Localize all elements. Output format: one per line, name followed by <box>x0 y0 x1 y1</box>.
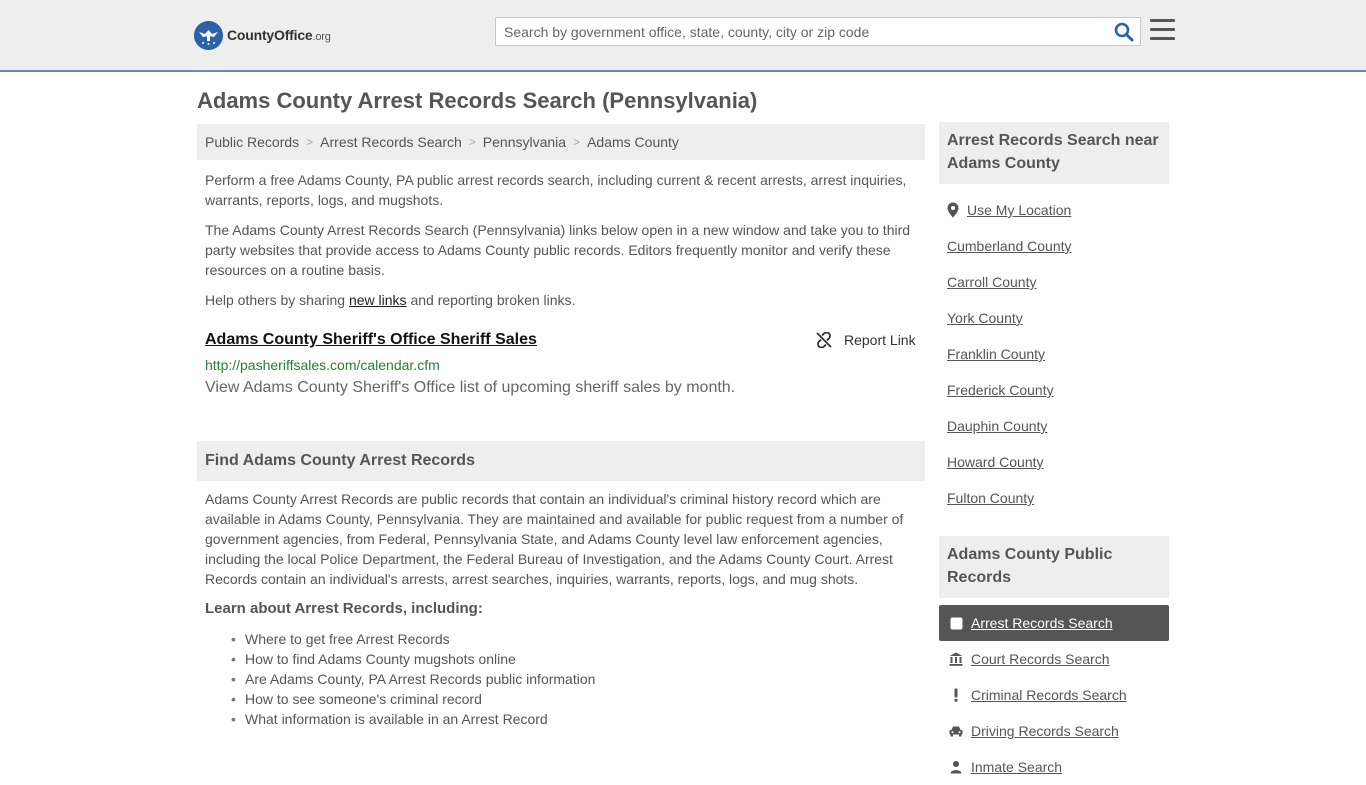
search-input[interactable] <box>496 18 1106 45</box>
nearby-heading: Arrest Records Search near Adams County <box>939 122 1169 184</box>
public-records-heading: Adams County Public Records <box>939 536 1169 598</box>
listing-title-link[interactable]: Adams County Sheriff's Office Sheriff Sa… <box>205 331 537 349</box>
breadcrumb-separator: > <box>573 135 581 149</box>
nearby-county-link[interactable]: Carroll County <box>947 274 1036 290</box>
breadcrumb-arrest-records-search[interactable]: Arrest Records Search <box>320 134 462 150</box>
breadcrumb-public-records[interactable]: Public Records <box>205 134 299 150</box>
breadcrumb-separator: > <box>468 135 476 149</box>
breadcrumb-separator: > <box>306 135 314 149</box>
report-link-label: Report Link <box>844 332 916 348</box>
intro-paragraph-1: Perform a free Adams County, PA public a… <box>205 172 907 208</box>
sidebar-item-court-records[interactable]: Court Records Search <box>939 641 1169 677</box>
sidebar-item-label: Criminal Records Search <box>971 687 1127 703</box>
nearby-county-link[interactable]: Dauphin County <box>947 418 1047 434</box>
sidebar-item-inmate-search[interactable]: Inmate Search <box>939 749 1169 785</box>
search-button[interactable] <box>1114 22 1134 42</box>
nearby-county-link[interactable]: Cumberland County <box>947 238 1072 254</box>
find-section-heading: Find Adams County Arrest Records <box>197 441 925 481</box>
logo-text: CountyOffice.org <box>227 27 331 43</box>
nearby-county-link[interactable]: Fulton County <box>947 490 1034 506</box>
sidebar-item-label: Driving Records Search <box>971 723 1119 739</box>
listing-description: View Adams County Sheriff's Office list … <box>205 379 736 396</box>
list-item: How to find Adams County mugshots online <box>231 649 595 669</box>
list-item: How to see someone's criminal record <box>231 689 595 709</box>
sidebar-item-criminal-records[interactable]: Criminal Records Search <box>939 677 1169 713</box>
page-title: Adams County Arrest Records Search (Penn… <box>197 88 758 113</box>
car-icon <box>949 724 963 738</box>
courthouse-icon <box>949 652 963 666</box>
list-item: What information is available in an Arre… <box>231 709 595 729</box>
sidebar-item-label: Inmate Search <box>971 759 1063 775</box>
list-item: Are Adams County, PA Arrest Records publ… <box>231 669 595 689</box>
search-box <box>495 17 1141 46</box>
new-links-link[interactable]: new links <box>349 292 407 308</box>
sidebar-item-label: Court Records Search <box>971 651 1110 667</box>
search-icon <box>1114 22 1134 42</box>
breadcrumb-pennsylvania[interactable]: Pennsylvania <box>483 134 566 150</box>
inmate-icon <box>949 760 963 774</box>
sidebar-item-label: Arrest Records Search <box>971 615 1113 631</box>
report-link-button[interactable]: Report Link <box>816 332 916 348</box>
location-pin-icon <box>947 202 959 218</box>
site-logo[interactable]: CountyOffice.org <box>194 20 331 50</box>
intro-paragraph-2: The Adams County Arrest Records Search (… <box>205 222 911 278</box>
sidebar-item-driving-records[interactable]: Driving Records Search <box>939 713 1169 749</box>
broken-link-icon <box>816 332 832 348</box>
nearby-county-link[interactable]: Howard County <box>947 454 1044 470</box>
site-header: CountyOffice.org <box>0 0 1366 72</box>
nearby-county-link[interactable]: York County <box>947 310 1023 326</box>
list-item: Where to get free Arrest Records <box>231 629 595 649</box>
sidebar-item-arrest-records[interactable]: Arrest Records Search <box>939 605 1169 641</box>
learn-list: Where to get free Arrest Records How to … <box>231 629 595 729</box>
find-section-body: Adams County Arrest Records are public r… <box>205 491 904 587</box>
learn-heading: Learn about Arrest Records, including: <box>205 600 483 617</box>
eagle-seal-icon <box>194 20 223 50</box>
square-icon <box>949 616 963 630</box>
use-location-row: Use My Location <box>947 202 1071 218</box>
hamburger-menu-icon[interactable] <box>1150 19 1175 41</box>
nearby-county-link[interactable]: Frederick County <box>947 382 1054 398</box>
breadcrumb-adams-county[interactable]: Adams County <box>587 134 679 150</box>
breadcrumb: Public Records > Arrest Records Search >… <box>197 124 925 160</box>
intro-paragraph-3: Help others by sharing new links and rep… <box>205 292 576 308</box>
listing-url[interactable]: http://pasheriffsales.com/calendar.cfm <box>205 357 440 373</box>
nearby-county-link[interactable]: Franklin County <box>947 346 1045 362</box>
use-my-location-link[interactable]: Use My Location <box>967 202 1071 218</box>
exclamation-icon <box>949 688 963 702</box>
